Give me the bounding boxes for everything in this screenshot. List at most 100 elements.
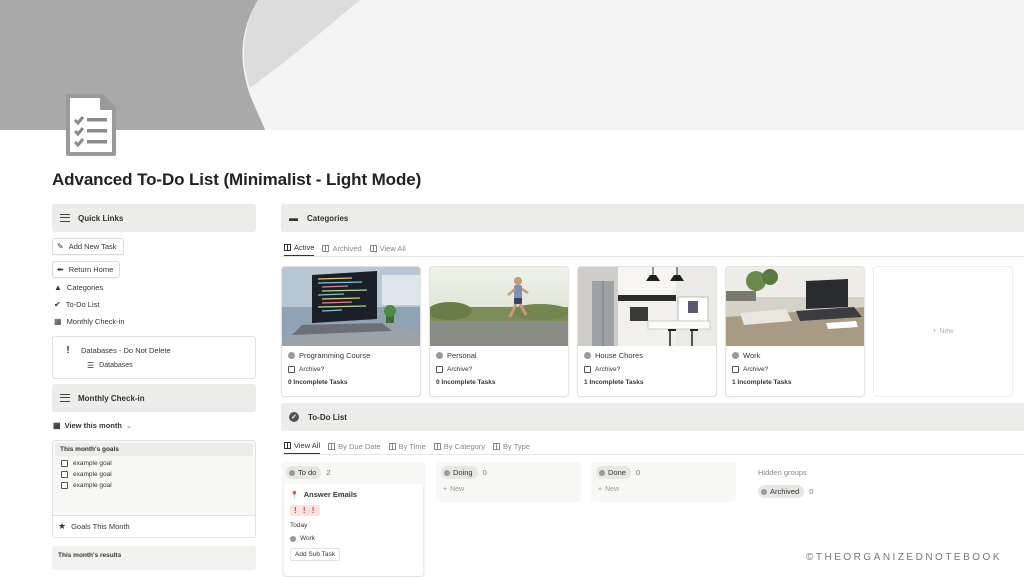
- exclamation-icon: !: [66, 345, 70, 356]
- todo-title: To-Do List: [308, 412, 347, 422]
- task-card-answer-emails[interactable]: 📍 Answer Emails ! ! ! Today Work Add Sub…: [284, 484, 423, 576]
- goals-this-month-label: Goals This Month: [71, 522, 130, 531]
- categories-tabs: Active Archived View All: [284, 240, 406, 256]
- link-monthly-checkin-label: Monthly Check-in: [66, 317, 125, 326]
- task-category: Work: [300, 535, 316, 542]
- status-dot: [288, 352, 295, 359]
- tab-archived-label: Archived: [332, 243, 362, 253]
- goal-item[interactable]: example goal: [53, 458, 255, 469]
- status-label: To do: [298, 468, 317, 477]
- goal-item[interactable]: example goal: [53, 469, 255, 480]
- todo-header[interactable]: ✓ To-Do List: [281, 403, 1024, 431]
- archive-checkbox[interactable]: [732, 366, 739, 373]
- link-todo-list[interactable]: ✔ To-Do List: [52, 296, 256, 313]
- category-card-house-chores[interactable]: House Chores Archive? 1 Incomplete Tasks: [577, 266, 717, 397]
- status-tag-doing[interactable]: Doing: [441, 466, 478, 479]
- databases-link[interactable]: ☰ Databases: [61, 361, 247, 370]
- goals-gallery-card[interactable]: This month's goals example goal example …: [52, 440, 256, 538]
- category-card-programming[interactable]: Programming Course Archive? 0 Incomplete…: [281, 266, 421, 397]
- return-home-label: Return Home: [68, 265, 114, 274]
- new-card-button[interactable]: + New: [439, 480, 578, 503]
- goals-this-month-title[interactable]: ★ Goals This Month: [53, 515, 255, 537]
- monthly-checkin-header[interactable]: Monthly Check-in: [52, 384, 256, 412]
- goal-label: example goal: [73, 471, 112, 478]
- status-tag-done[interactable]: Done: [596, 466, 631, 479]
- tab-label: By Time: [398, 441, 426, 451]
- pencil-icon: ✎: [57, 242, 64, 251]
- goal-item[interactable]: example goal: [53, 480, 255, 491]
- tab-by-time[interactable]: By Time: [388, 438, 426, 454]
- link-monthly-checkin[interactable]: ▦ Monthly Check-in: [52, 313, 256, 330]
- desk-laptop-image: [726, 267, 864, 346]
- new-category-button[interactable]: + New: [873, 266, 1013, 397]
- archive-checkbox[interactable]: [584, 366, 591, 373]
- check-circle-icon: ✔: [54, 300, 61, 309]
- column-count: 0: [482, 468, 487, 477]
- board-icon: [388, 442, 396, 450]
- goal-label: example goal: [73, 460, 112, 467]
- checkbox[interactable]: [61, 482, 68, 489]
- status-dot: [732, 352, 739, 359]
- return-home-button[interactable]: ⬅ Return Home: [52, 261, 121, 278]
- tab-label: By Category: [443, 441, 486, 451]
- add-new-task-label: Add New Task: [68, 242, 117, 251]
- task-due: Today: [290, 522, 308, 529]
- new-card-label: New: [450, 486, 465, 493]
- card-title: House Chores: [595, 351, 643, 360]
- board-icon: [284, 442, 291, 449]
- add-sub-task-button[interactable]: Add Sub Task: [290, 548, 340, 561]
- categories-title: Categories: [307, 213, 349, 223]
- monthly-checkin-title: Monthly Check-in: [78, 393, 145, 403]
- tab-view-all[interactable]: View All: [284, 438, 321, 454]
- check-circle-icon: ✓: [289, 412, 299, 422]
- chevron-down-icon: ⌄: [125, 422, 132, 430]
- link-todo-list-label: To-Do List: [65, 300, 100, 309]
- tab-archived[interactable]: Archived: [322, 240, 362, 256]
- task-title: Answer Emails: [303, 490, 358, 499]
- tab-by-due-date[interactable]: By Due Date: [328, 438, 381, 454]
- incomplete-count: 1 Incomplete Tasks: [732, 379, 792, 386]
- column-count: 0: [635, 468, 641, 477]
- star-icon: ★: [58, 521, 67, 531]
- tab-by-type[interactable]: By Type: [493, 438, 530, 454]
- tab-active[interactable]: Active: [284, 240, 315, 256]
- folder-icon: ▬: [289, 213, 298, 223]
- status-dot: [599, 469, 605, 476]
- link-categories-label: Categories: [66, 283, 104, 292]
- priority-badge: ! ! !: [290, 505, 321, 516]
- checkbox[interactable]: [61, 471, 68, 478]
- category-cards: Programming Course Archive? 0 Incomplete…: [281, 266, 1013, 397]
- view-this-month-dropdown[interactable]: ▦ View this month ⌄: [52, 421, 256, 430]
- tab-view-all[interactable]: View All: [369, 240, 406, 256]
- archive-checkbox[interactable]: [436, 366, 443, 373]
- status-tag-archived[interactable]: Archived: [758, 485, 805, 498]
- category-card-work[interactable]: Work Archive? 1 Incomplete Tasks: [725, 266, 865, 397]
- checkbox[interactable]: [61, 460, 68, 467]
- divider: [281, 454, 1024, 455]
- archive-label: Archive?: [743, 366, 769, 373]
- database-icon: ☰: [87, 361, 95, 370]
- column-to-do: To do 2 📍 Answer Emails ! ! ! Today Work…: [281, 462, 426, 577]
- new-card-label: New: [605, 486, 620, 493]
- quick-links-header[interactable]: Quick Links: [52, 204, 256, 232]
- tab-label: View All: [294, 441, 321, 450]
- column-doing: Doing 0 + New: [436, 462, 581, 502]
- archive-checkbox[interactable]: [288, 366, 295, 373]
- status-tag-todo[interactable]: To do: [286, 466, 322, 479]
- column-done: Done 0 + New: [591, 462, 736, 502]
- divider: [281, 256, 1024, 257]
- pin-icon: 📍: [290, 491, 299, 499]
- page-title: Advanced To-Do List (Minimalist - Light …: [52, 170, 422, 189]
- new-card-button[interactable]: + New: [594, 480, 733, 503]
- gallery-icon: [322, 244, 330, 252]
- tab-label: By Due Date: [338, 441, 381, 451]
- card-title: Personal: [447, 351, 477, 360]
- goals-header: This month's goals: [55, 443, 253, 456]
- link-categories[interactable]: ▲ Categories: [52, 279, 256, 296]
- categories-header[interactable]: ▬ Categories: [281, 204, 1024, 232]
- runner-image: [430, 267, 568, 346]
- tab-by-category[interactable]: By Category: [433, 438, 486, 454]
- todo-board: To do 2 📍 Answer Emails ! ! ! Today Work…: [281, 462, 866, 577]
- category-card-personal[interactable]: Personal Archive? 0 Incomplete Tasks: [429, 266, 569, 397]
- add-new-task-button[interactable]: ✎ Add New Task: [52, 238, 124, 255]
